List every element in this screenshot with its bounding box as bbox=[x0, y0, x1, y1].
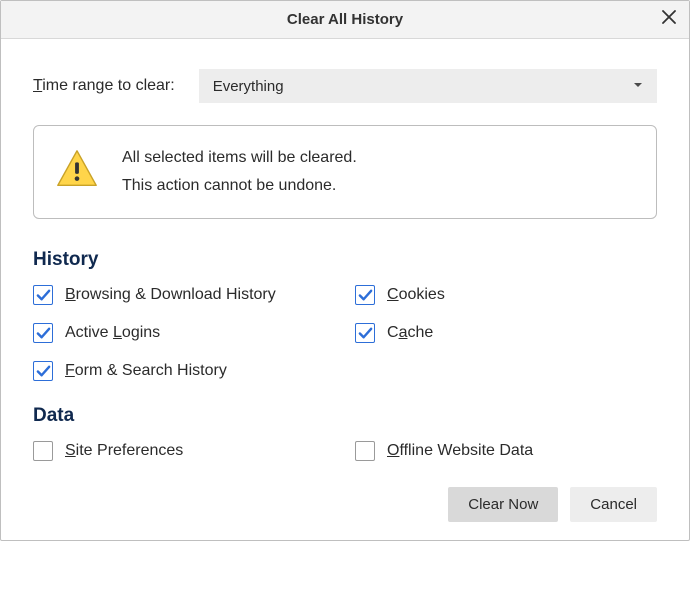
dialog-button-row: Clear Now Cancel bbox=[33, 487, 657, 522]
warning-line-1: All selected items will be cleared. bbox=[122, 144, 357, 172]
time-range-value: Everything bbox=[213, 78, 633, 95]
checkbox-site-preferences[interactable]: Site Preferences bbox=[33, 441, 335, 461]
checkbox-input[interactable] bbox=[355, 441, 375, 461]
checkbox-cookies[interactable]: Cookies bbox=[355, 285, 657, 305]
history-section: History Browsing & Download History Cook… bbox=[33, 249, 657, 381]
dialog-title: Clear All History bbox=[1, 11, 689, 28]
checkbox-input[interactable] bbox=[33, 441, 53, 461]
checkbox-label: Active Logins bbox=[65, 324, 160, 342]
cancel-button[interactable]: Cancel bbox=[570, 487, 657, 522]
checkbox-label: Form & Search History bbox=[65, 362, 227, 380]
warning-box: All selected items will be cleared. This… bbox=[33, 125, 657, 219]
data-section-title: Data bbox=[33, 405, 657, 427]
checkbox-input[interactable] bbox=[355, 323, 375, 343]
warning-text: All selected items will be cleared. This… bbox=[122, 144, 357, 200]
close-icon bbox=[662, 10, 676, 29]
checkbox-active-logins[interactable]: Active Logins bbox=[33, 323, 335, 343]
checkbox-input[interactable] bbox=[33, 285, 53, 305]
checkbox-browsing-download-history[interactable]: Browsing & Download History bbox=[33, 285, 335, 305]
checkbox-form-search-history[interactable]: Form & Search History bbox=[33, 361, 335, 381]
history-section-title: History bbox=[33, 249, 657, 271]
warning-line-2: This action cannot be undone. bbox=[122, 172, 357, 200]
checkbox-label: Cache bbox=[387, 324, 433, 342]
checkbox-label: Cookies bbox=[387, 286, 445, 304]
checkbox-label: Offline Website Data bbox=[387, 442, 533, 460]
chevron-down-icon bbox=[633, 77, 643, 95]
data-checkbox-grid: Site Preferences Offline Website Data bbox=[33, 441, 657, 461]
time-range-select[interactable]: Everything bbox=[199, 69, 657, 103]
time-range-label: Time range to clear: bbox=[33, 77, 175, 95]
clear-history-dialog: Clear All History Time range to clear: E… bbox=[0, 0, 690, 541]
checkbox-input[interactable] bbox=[355, 285, 375, 305]
checkbox-offline-website-data[interactable]: Offline Website Data bbox=[355, 441, 657, 461]
warning-icon bbox=[54, 147, 100, 198]
close-button[interactable] bbox=[655, 6, 683, 34]
time-range-row: Time range to clear: Everything bbox=[33, 69, 657, 103]
history-checkbox-grid: Browsing & Download History Cookies Acti… bbox=[33, 285, 657, 381]
checkbox-label: Browsing & Download History bbox=[65, 286, 276, 304]
dialog-content: Time range to clear: Everything All sele… bbox=[1, 39, 689, 540]
checkbox-input[interactable] bbox=[33, 361, 53, 381]
checkbox-label: Site Preferences bbox=[65, 442, 183, 460]
checkbox-input[interactable] bbox=[33, 323, 53, 343]
checkbox-cache[interactable]: Cache bbox=[355, 323, 657, 343]
clear-now-button[interactable]: Clear Now bbox=[448, 487, 558, 522]
data-section: Data Site Preferences Offline Website Da… bbox=[33, 405, 657, 461]
dialog-titlebar: Clear All History bbox=[1, 1, 689, 39]
